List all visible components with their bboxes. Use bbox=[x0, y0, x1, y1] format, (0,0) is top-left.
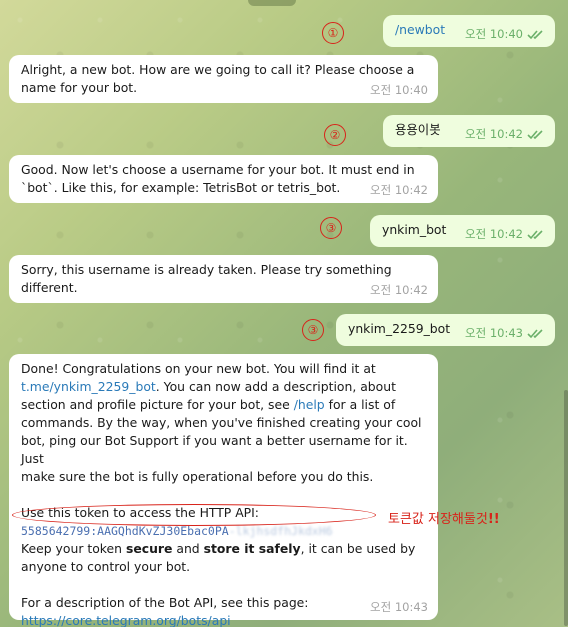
message-line: name for your bot. bbox=[21, 80, 138, 95]
message-text: for a list of bbox=[324, 397, 396, 412]
message-meta: 오전 10:43 bbox=[465, 324, 545, 342]
outgoing-message[interactable]: 용용이봇 오전 10:42 bbox=[383, 115, 555, 147]
message-line: `bot`. Like this, for example: TetrisBot… bbox=[21, 180, 341, 195]
bot-link[interactable]: t.me/ynkim_2259_bot bbox=[21, 379, 156, 394]
read-ticks-icon bbox=[527, 29, 543, 39]
incoming-message[interactable]: Good. Now let's choose a username for yo… bbox=[9, 155, 438, 203]
chat-scrollbar[interactable] bbox=[564, 390, 568, 626]
help-command-link[interactable]: /help bbox=[294, 397, 325, 412]
step-marker-1: ① bbox=[322, 22, 344, 44]
message-time: 오전 10:40 bbox=[465, 27, 523, 41]
message-text: Keep your token bbox=[21, 541, 126, 556]
message-line: t.me/ynkim_2259_bot. You can now add a d… bbox=[21, 378, 426, 396]
message-line: anyone to control your bot. bbox=[21, 559, 191, 574]
message-line: section and profile picture for your bot… bbox=[21, 396, 426, 414]
message-text: ynkim_2259_bot bbox=[348, 321, 451, 336]
annotation-note: 토큰값 저장해둘것!! bbox=[388, 508, 500, 527]
message-line: different. bbox=[21, 280, 78, 295]
message-text: ynkim_bot bbox=[382, 222, 447, 237]
step-marker-3: ③ bbox=[320, 217, 342, 239]
token-highlight-ellipse bbox=[12, 504, 376, 526]
message-meta: 오전 10:40 bbox=[465, 25, 545, 43]
message-text-bold: store it safely bbox=[203, 541, 301, 556]
message-text: . You can now add a description, about bbox=[155, 379, 396, 394]
message-line: make sure the bot is fully operational b… bbox=[21, 469, 374, 484]
bot-api-docs-link[interactable]: https://core.telegram.org/bots/api bbox=[21, 613, 231, 627]
previous-message-edge bbox=[248, 0, 296, 6]
annotation-emphasis: !! bbox=[487, 512, 500, 527]
outgoing-message[interactable]: ynkim_bot 오전 10:42 bbox=[370, 215, 555, 247]
message-line: commands. By the way, when you've finish… bbox=[21, 415, 422, 430]
message-text-bold: secure bbox=[125, 541, 173, 556]
read-ticks-icon bbox=[527, 328, 543, 338]
message-text: section and profile picture for your bot… bbox=[21, 397, 294, 412]
message-line: bot, ping our Bot Support if you want a … bbox=[21, 433, 408, 466]
message-meta: 오전 10:42 bbox=[465, 225, 545, 243]
token-visible: 5585642799:AAGQhdKvZJ30Ebac0PA bbox=[21, 524, 229, 538]
step-marker-3b: ③ bbox=[302, 319, 324, 341]
message-time: 오전 10:42 bbox=[465, 227, 523, 241]
token-redacted: -lkjhsdfhJkdxH6 bbox=[228, 524, 333, 538]
message-text: , it can be used by bbox=[300, 541, 416, 556]
message-meta: 오전 10:42 bbox=[465, 125, 545, 143]
message-time: 오전 10:43 bbox=[370, 600, 428, 614]
message-line: Sorry, this username is already taken. P… bbox=[21, 262, 392, 277]
read-ticks-icon bbox=[527, 129, 543, 139]
step-marker-2: ② bbox=[324, 124, 346, 146]
message-time: 오전 10:40 bbox=[370, 83, 428, 97]
message-line: Good. Now let's choose a username for yo… bbox=[21, 162, 415, 177]
message-time: 오전 10:43 bbox=[465, 326, 523, 340]
read-ticks-icon bbox=[527, 229, 543, 239]
message-line: Alright, a new bot. How are we going to … bbox=[21, 62, 415, 77]
outgoing-message[interactable]: ynkim_2259_bot 오전 10:43 bbox=[336, 314, 555, 346]
incoming-message[interactable]: Sorry, this username is already taken. P… bbox=[9, 255, 438, 303]
message-text: 용용이봇 bbox=[395, 122, 441, 137]
message-text: and bbox=[172, 541, 204, 556]
outgoing-message[interactable]: /newbot 오전 10:40 bbox=[383, 15, 555, 47]
message-line: For a description of the Bot API, see th… bbox=[21, 595, 309, 610]
message-time: 오전 10:42 bbox=[370, 183, 428, 197]
message-time: 오전 10:42 bbox=[370, 283, 428, 297]
annotation-text: 토큰값 저장해둘것 bbox=[388, 512, 488, 527]
message-time: 오전 10:42 bbox=[465, 127, 523, 141]
botfather-success-message[interactable]: Done! Congratulations on your new bot. Y… bbox=[9, 354, 438, 627]
message-text[interactable]: /newbot bbox=[395, 21, 445, 39]
message-line: Done! Congratulations on your new bot. Y… bbox=[21, 361, 376, 376]
incoming-message[interactable]: Alright, a new bot. How are we going to … bbox=[9, 55, 438, 103]
message-line: Keep your token secure and store it safe… bbox=[21, 540, 426, 558]
